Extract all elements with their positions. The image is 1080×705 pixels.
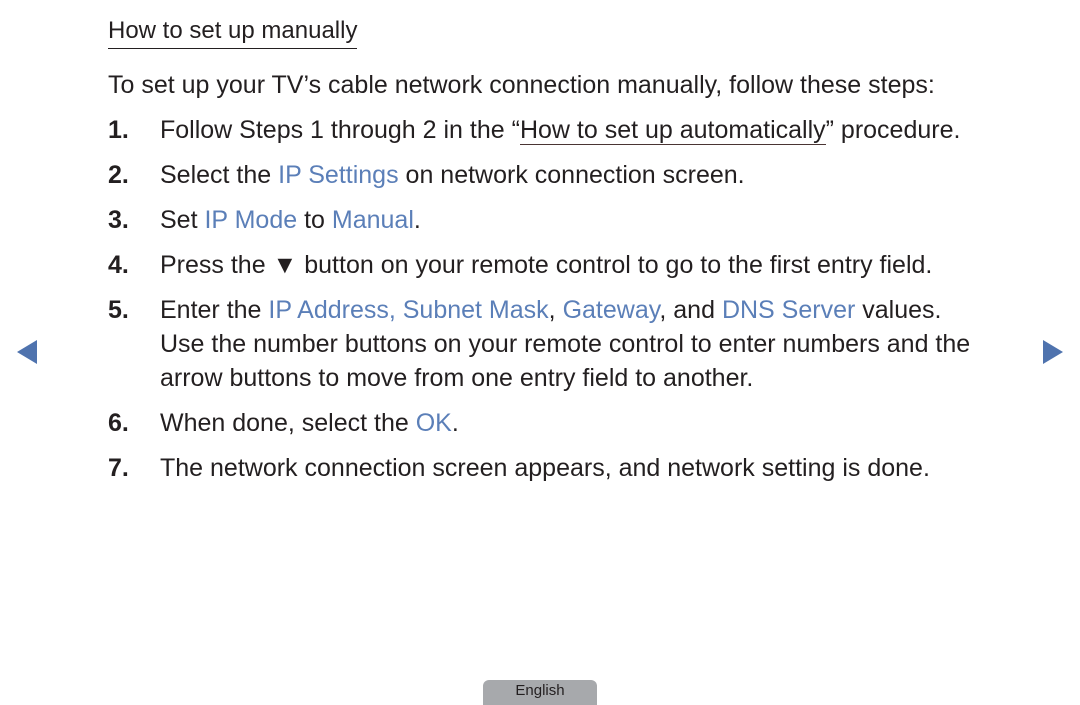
step-text: Use the number buttons on your remote co… — [160, 330, 971, 358]
text-run: , — [548, 296, 563, 324]
menu-term: IP Mode — [204, 206, 298, 234]
menu-term: DNS Server — [721, 296, 856, 324]
language-tab[interactable]: English — [483, 680, 597, 705]
text-run: Select the — [160, 161, 279, 189]
step-text: The network connection screen appears, a… — [160, 451, 930, 485]
step-number: 2. — [108, 161, 129, 189]
step-number: 5. — [108, 296, 129, 324]
text-run: Enter the — [160, 296, 269, 324]
text-run: . — [451, 409, 459, 437]
step-number: 6. — [108, 409, 129, 437]
text-run: to — [297, 206, 332, 234]
text-run: values. — [855, 296, 942, 324]
step-text: When done, select the OK. — [160, 406, 459, 440]
menu-term: Manual — [331, 206, 414, 234]
step-text: arrow buttons to move from one entry fie… — [160, 364, 754, 392]
step-number: 4. — [108, 251, 129, 279]
menu-term: Gateway — [562, 296, 660, 324]
text-run: When done, select the — [160, 409, 416, 437]
text-run: The network connection screen appears, a… — [160, 454, 930, 482]
text-run: on network connection screen. — [398, 161, 745, 189]
text-run: Follow Steps 1 through 2 in the “ — [160, 116, 520, 144]
intro-text: To set up your TV’s cable network connec… — [108, 71, 935, 99]
menu-term: IP Address, Subnet Mask — [268, 296, 549, 324]
menu-term: IP Settings — [278, 161, 399, 189]
next-page-icon[interactable] — [1043, 340, 1063, 364]
menu-term: OK — [415, 409, 452, 437]
text-run: . — [413, 206, 421, 234]
step-text: Select the IP Settings on network connec… — [160, 158, 745, 192]
text-run: , and — [659, 296, 722, 324]
previous-page-icon[interactable] — [17, 340, 37, 364]
step-text: Press the ▼ button on your remote contro… — [160, 248, 932, 282]
step-number: 1. — [108, 116, 129, 144]
step-number: 3. — [108, 206, 129, 234]
text-run: Set — [160, 206, 205, 234]
step-text: Follow Steps 1 through 2 in the “How to … — [160, 113, 960, 147]
step-text: Set IP Mode to Manual. — [160, 203, 421, 237]
section-heading: How to set up manually — [108, 16, 358, 49]
text-run: Press the ▼ button on your remote contro… — [160, 251, 933, 279]
step-text: Enter the IP Address, Subnet Mask, Gatew… — [160, 293, 941, 327]
text-run: ” procedure. — [825, 116, 961, 144]
cross-reference-link[interactable]: How to set up automatically — [519, 116, 826, 145]
step-number: 7. — [108, 454, 129, 482]
